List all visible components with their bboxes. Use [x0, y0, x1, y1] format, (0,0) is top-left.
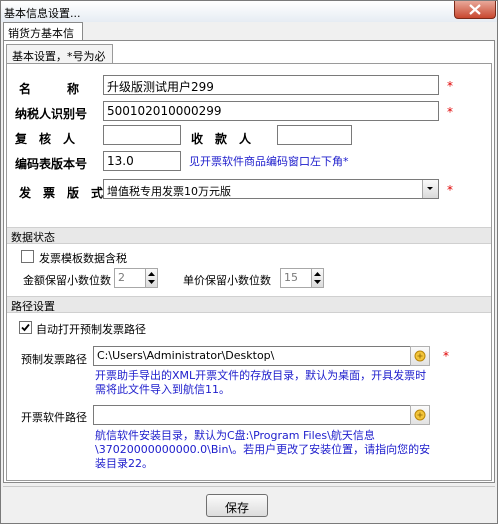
close-icon	[469, 4, 481, 15]
invoice-version-select[interactable]: 增值税专用发票10万元版	[103, 179, 439, 199]
amount-decimals-field[interactable]: 2	[114, 268, 146, 288]
reviewer-label: 复 核 人	[15, 132, 76, 146]
folder-icon	[414, 409, 426, 421]
software-path-label: 开票软件路径	[21, 411, 87, 424]
preset-path-label: 预制发票路径	[21, 353, 87, 366]
name-required-mark: *	[447, 79, 453, 93]
software-path-note: 航信软件安装目录，默认为C盘:\Program Files\航天信息\37020…	[95, 429, 431, 470]
template-tax-label: 发票模板数据含税	[39, 252, 127, 265]
payee-field[interactable]	[277, 125, 352, 145]
preset-path-field[interactable]: C:\Users\Administrator\Desktop\	[93, 346, 411, 366]
folder-icon	[414, 350, 426, 362]
software-path-browse-button[interactable]	[410, 405, 430, 425]
tab-seller-info[interactable]: 销货方基本信息	[3, 22, 83, 56]
preset-path-browse-button[interactable]	[410, 346, 430, 366]
chevron-down-icon	[427, 187, 433, 190]
title-bar: 基本信息设置...	[1, 1, 497, 22]
template-tax-checkbox[interactable]	[21, 250, 34, 263]
stepper-arrows-icon	[314, 272, 321, 284]
close-button[interactable]	[454, 1, 496, 19]
settings-window: 基本信息设置... 销货方基本信息 基本设置，*号为必填 名 称 升级版测试用户…	[0, 0, 498, 524]
save-button[interactable]: 保存	[206, 494, 268, 517]
tab-basic-settings[interactable]: 基本设置，*号为必填	[6, 44, 113, 79]
path-settings-header: 路径设置	[7, 296, 491, 313]
taxid-label: 纳税人识别号	[15, 107, 88, 121]
amount-decimals-label: 金额保留小数位数	[23, 274, 111, 287]
preset-path-note: 开票助手导出的XML开票文件的存放目录，默认为桌面，开具发票时需将此文件导入到航…	[95, 369, 427, 396]
amount-decimals-stepper[interactable]	[145, 268, 158, 288]
preset-path-required-mark: *	[443, 349, 449, 363]
auto-open-checkbox[interactable]	[19, 321, 32, 334]
invoice-version-required-mark: *	[447, 183, 453, 197]
window-title: 基本信息设置...	[4, 7, 81, 20]
taxid-field[interactable]: 500102010000299	[103, 101, 439, 121]
auto-open-label: 自动打开预制发票路径	[36, 323, 146, 336]
name-field[interactable]: 升级版测试用户299	[103, 75, 439, 95]
name-label: 名 称	[19, 82, 80, 96]
payee-label: 收 款 人	[191, 132, 252, 146]
invoice-version-value: 增值税专用发票10万元版	[107, 185, 231, 198]
code-version-field[interactable]: 13.0	[103, 151, 181, 171]
dropdown-button[interactable]	[422, 180, 438, 198]
price-decimals-stepper[interactable]	[311, 268, 324, 288]
checkmark-icon	[21, 323, 30, 332]
code-version-hint: 见开票软件商品编码窗口左下角*	[189, 155, 349, 168]
software-path-field[interactable]	[93, 405, 411, 425]
data-state-header: 数据状态	[7, 227, 491, 244]
price-decimals-field[interactable]: 15	[280, 268, 312, 288]
reviewer-field[interactable]	[103, 125, 181, 145]
invoice-version-label: 发 票 版 式	[19, 186, 104, 200]
code-version-label: 编码表版本号	[15, 157, 88, 171]
price-decimals-label: 单价保留小数位数	[183, 274, 271, 287]
stepper-arrows-icon	[148, 272, 155, 284]
taxid-required-mark: *	[447, 105, 453, 119]
